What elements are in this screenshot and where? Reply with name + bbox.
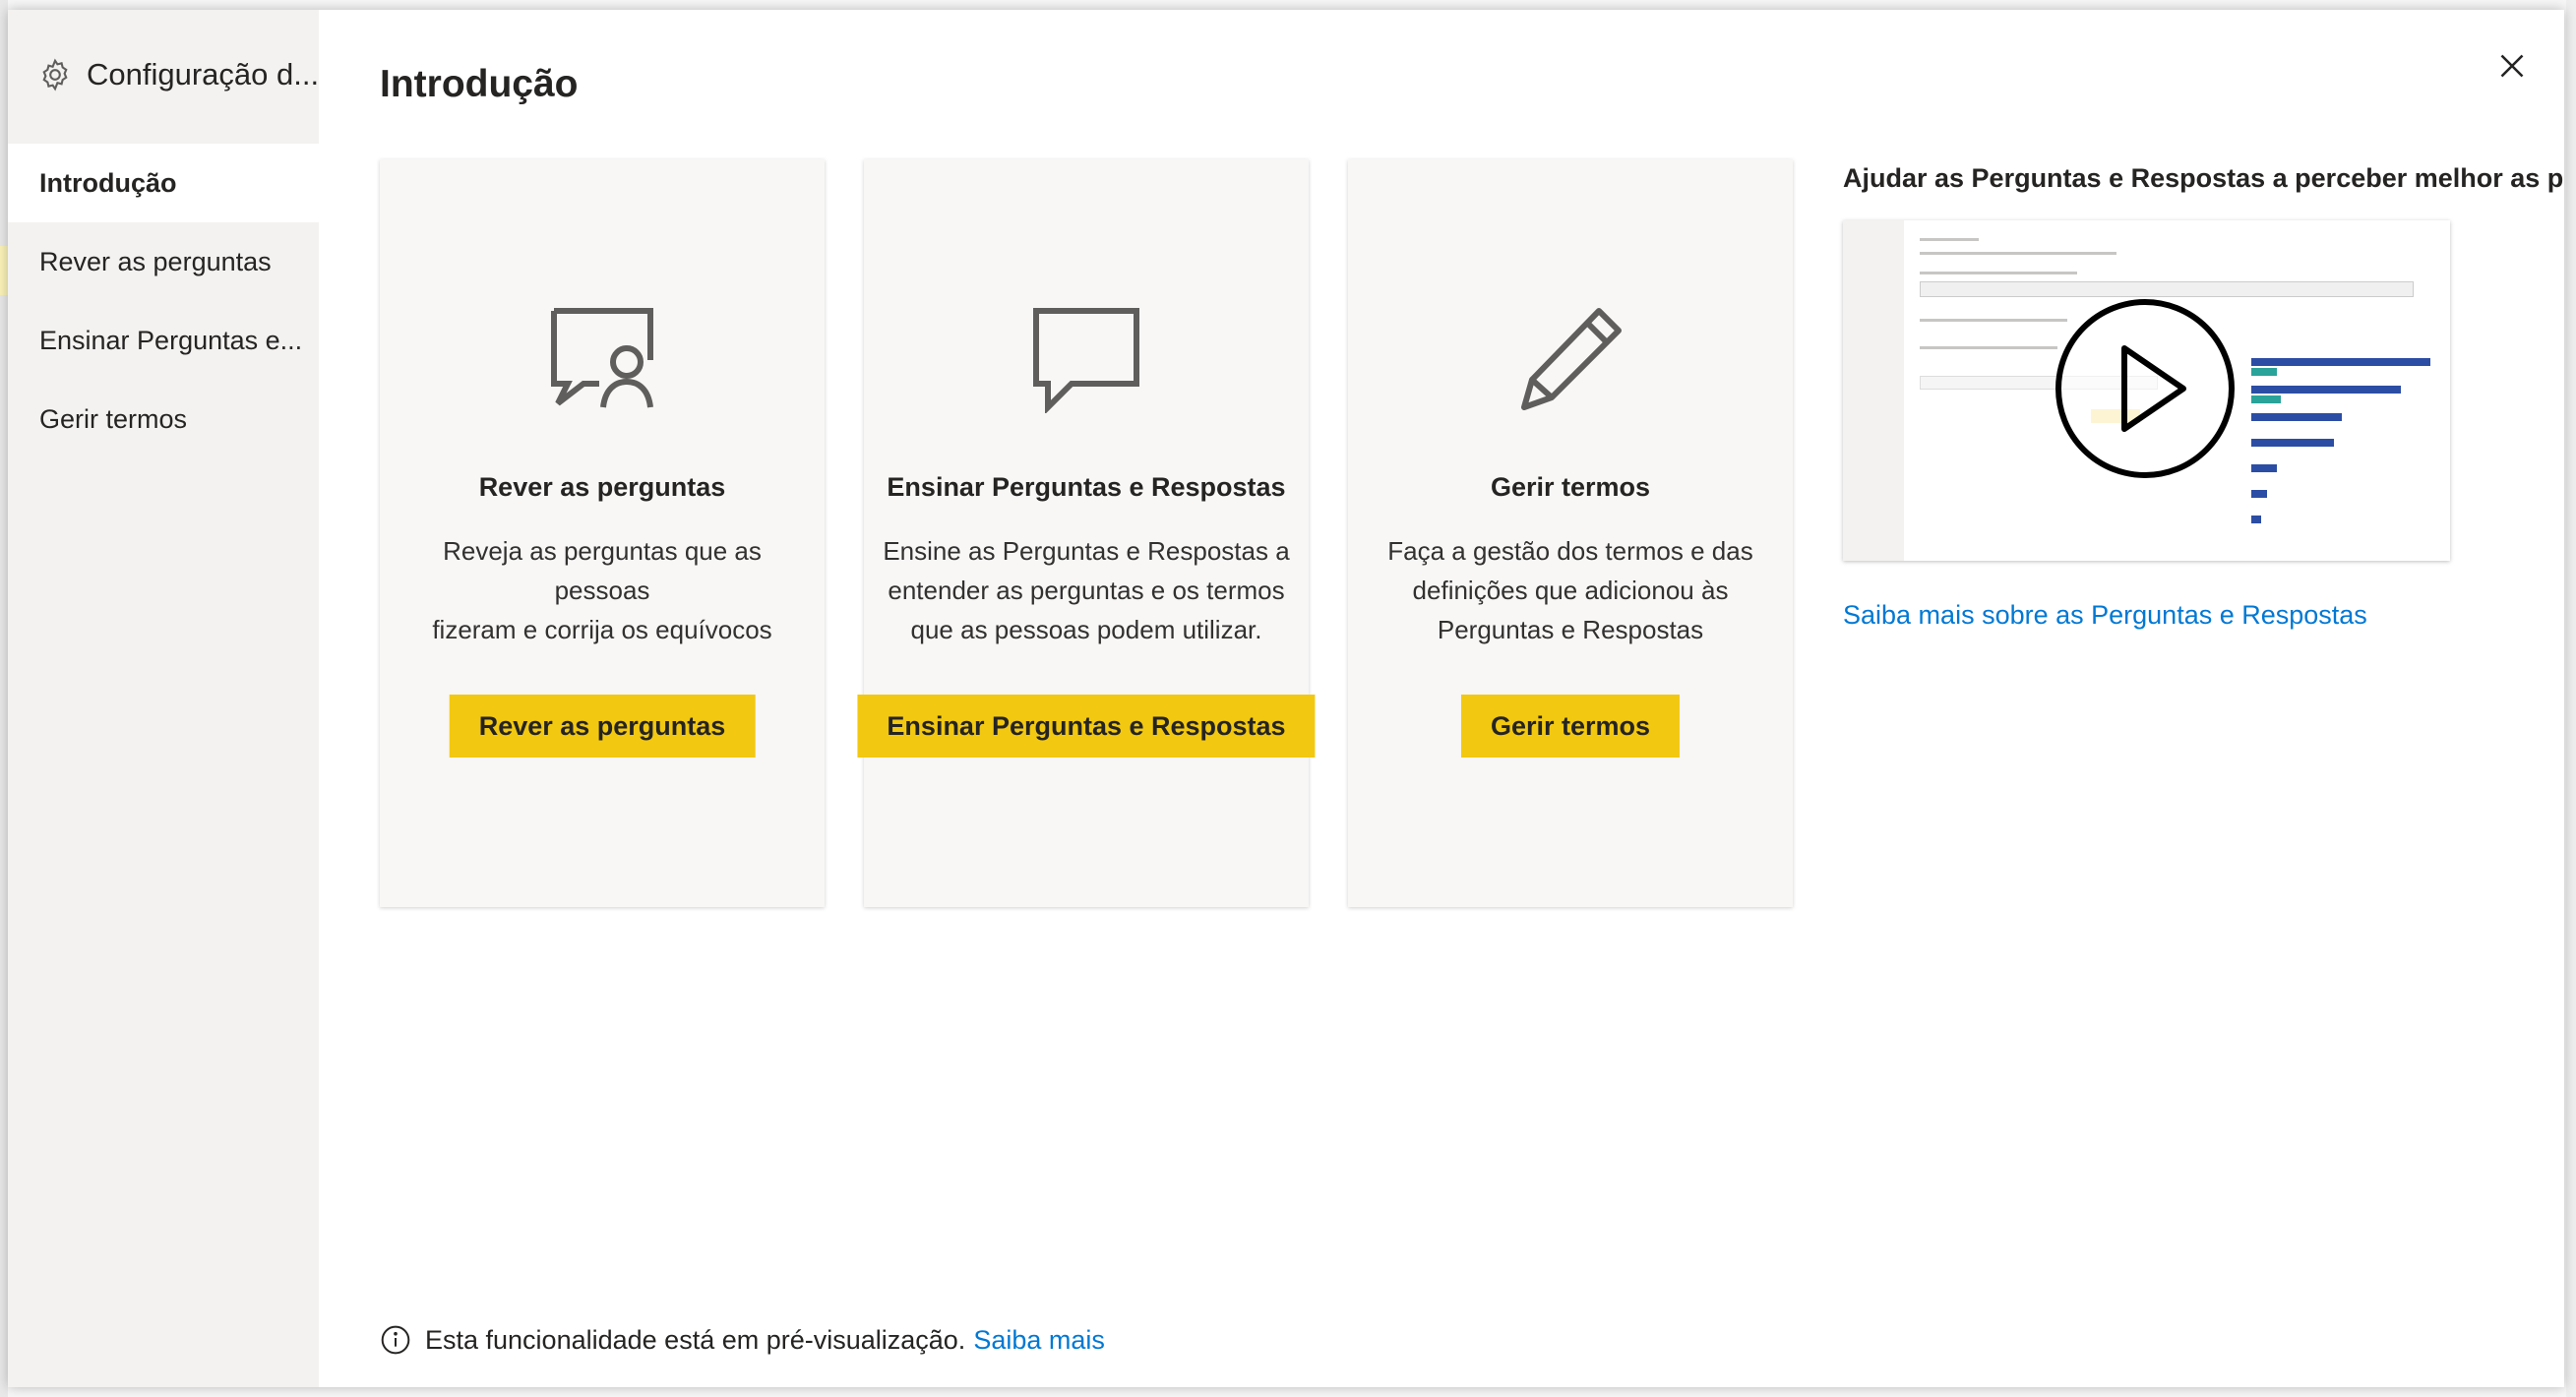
card-desc-line: Ensine as Perguntas e Respostas a — [883, 536, 1290, 566]
card-desc-line: Reveja as perguntas que as pessoas — [443, 536, 762, 605]
card-description: Ensine as Perguntas e Respostas a entend… — [878, 531, 1295, 649]
nav-item-introducao[interactable]: Introdução — [8, 144, 319, 222]
sidebar-nav: Introdução Rever as perguntas Ensinar Pe… — [8, 144, 319, 458]
card-icon-wrap — [864, 305, 1309, 413]
background-right-strip — [2566, 0, 2576, 1397]
close-button[interactable] — [2485, 39, 2539, 92]
ensinar-button[interactable]: Ensinar Perguntas e Respostas — [857, 695, 1316, 758]
preview-notice-text: Esta funcionalidade está em pré-visualiz… — [425, 1324, 966, 1355]
card-desc-line: Perguntas e Respostas — [1437, 615, 1704, 644]
video-preview-bar — [2251, 386, 2401, 394]
card-description: Reveja as perguntas que as pessoas fizer… — [394, 531, 811, 649]
video-preview-bar — [2251, 413, 2342, 421]
card-description: Faça a gestão dos termos e das definiçõe… — [1362, 531, 1779, 649]
play-icon — [2055, 299, 2235, 478]
close-icon — [2500, 54, 2524, 78]
card-icon-wrap — [380, 305, 825, 413]
card-title: Ensinar Perguntas e Respostas — [887, 472, 1286, 502]
info-icon — [381, 1325, 410, 1355]
video-preview-bar — [2251, 395, 2281, 403]
preview-notice: Esta funcionalidade está em pré-visualiz… — [380, 1324, 1105, 1356]
background-left-strip — [0, 0, 8, 1397]
video-preview-line — [1920, 252, 2116, 255]
card-icon-wrap — [1348, 305, 1793, 413]
card-desc-line: que as pessoas podem utilizar. — [910, 615, 1262, 644]
video-preview-bar — [2251, 516, 2261, 523]
card-desc-line: definições que adicionou às — [1412, 576, 1729, 605]
video-preview-line — [1920, 319, 2067, 322]
video-preview-bar — [2251, 464, 2277, 472]
pencil-icon — [1521, 308, 1622, 410]
card-gerir-termos: Gerir termos Faça a gestão dos termos e … — [1348, 159, 1793, 907]
video-preview-bar — [2251, 368, 2277, 376]
rever-perguntas-button[interactable]: Rever as perguntas — [449, 695, 756, 758]
video-preview-bar — [2251, 490, 2267, 498]
video-preview-line — [1920, 238, 1979, 241]
speech-bubble-icon — [1033, 308, 1139, 413]
learn-more-link[interactable]: Saiba mais — [973, 1325, 1105, 1356]
video-preview-line — [1920, 272, 2077, 274]
video-thumbnail[interactable] — [1843, 220, 2450, 561]
page-title: Introdução — [380, 63, 579, 105]
nav-item-ensinar[interactable]: Ensinar Perguntas e... — [8, 301, 319, 380]
gerir-termos-button[interactable]: Gerir termos — [1460, 695, 1681, 758]
sidebar-title: Configuração d... — [87, 57, 320, 91]
card-title: Gerir termos — [1490, 472, 1651, 502]
learn-more-qa-link[interactable]: Saiba mais sobre as Perguntas e Resposta… — [1843, 600, 2367, 631]
card-title: Rever as perguntas — [478, 472, 726, 502]
sidebar-header: Configuração d... — [37, 57, 319, 92]
card-desc-line: Faça a gestão dos termos e das — [1387, 536, 1753, 566]
card-desc-line: entender as perguntas e os termos — [888, 576, 1285, 605]
nav-item-gerir-termos[interactable]: Gerir termos — [8, 380, 319, 458]
dialog-main: Introdução Rever as perguntas Reveja as … — [319, 10, 2564, 1387]
card-desc-line: fizeram e corrija os equívocos — [432, 615, 772, 644]
dialog-sidebar: Configuração d... Introdução Rever as pe… — [8, 10, 319, 1387]
chat-person-icon — [551, 308, 653, 408]
video-heading: Ajudar as Perguntas e Respostas a perceb… — [1843, 163, 2564, 193]
card-rever-perguntas: Rever as perguntas Reveja as perguntas q… — [380, 159, 825, 907]
qa-setup-dialog: Configuração d... Introdução Rever as pe… — [8, 10, 2564, 1387]
gear-icon — [42, 58, 68, 91]
video-preview-bar — [2251, 358, 2430, 366]
nav-item-rever-perguntas[interactable]: Rever as perguntas — [8, 222, 319, 301]
video-preview-bar — [2251, 439, 2334, 447]
video-preview-input — [1920, 281, 2414, 297]
video-preview-line — [1920, 346, 2057, 349]
card-ensinar: Ensinar Perguntas e Respostas Ensine as … — [857, 159, 1316, 907]
video-preview-sidebar — [1843, 220, 1904, 561]
background-highlight — [0, 246, 8, 295]
